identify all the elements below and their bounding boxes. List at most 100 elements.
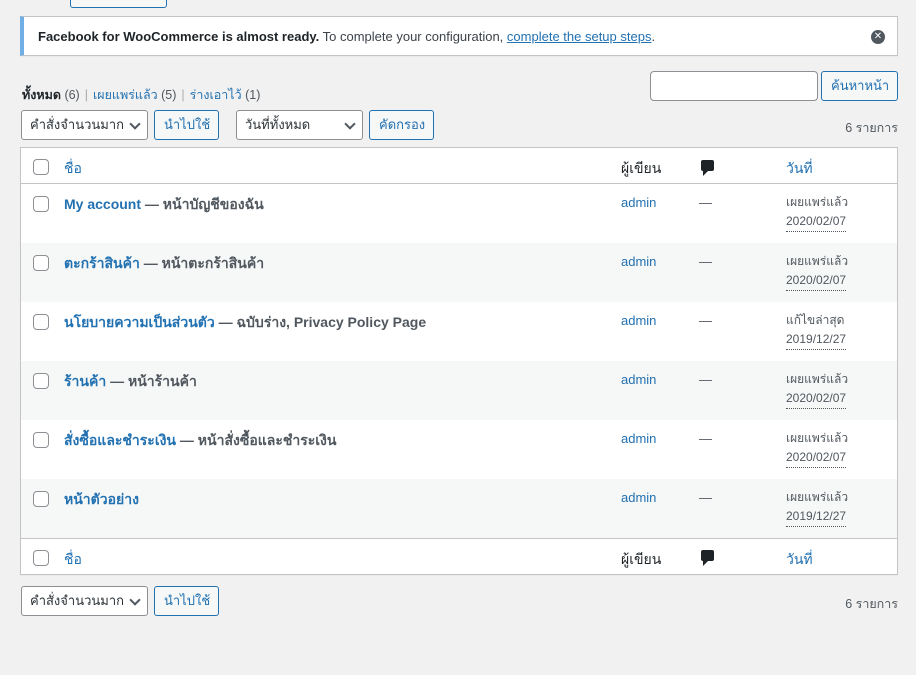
row-comments: — (699, 490, 712, 505)
row-checkbox[interactable] (33, 432, 49, 448)
column-author: ผู้เขียน (621, 160, 662, 176)
row-date-value: 2020/02/07 (786, 389, 847, 409)
row-comments: — (699, 372, 712, 387)
setup-steps-link[interactable]: complete the setup steps (507, 29, 652, 44)
row-date-value: 2020/02/07 (786, 271, 847, 291)
table-row: หน้าตัวอย่าง admin — เผยแพร่แล้ว 2019/12/27 (21, 479, 897, 538)
column-title-sort[interactable]: ชื่อ (64, 549, 82, 571)
notice-bold-text: Facebook for WooCommerce is almost ready… (38, 29, 320, 44)
column-title-sort[interactable]: ชื่อ (64, 158, 82, 180)
search-pages-input[interactable] (650, 71, 818, 101)
row-author-link[interactable]: admin (621, 313, 656, 328)
bulk-action-select[interactable]: คำสั่งจำนวนมาก (21, 110, 148, 140)
facebook-setup-notice: Facebook for WooCommerce is almost ready… (20, 16, 898, 56)
row-date-cell: เผยแพร่แล้ว 2020/02/07 (786, 370, 848, 409)
comment-icon (701, 160, 714, 176)
view-published-count: (5) (161, 88, 177, 102)
row-title-link[interactable]: สั่งซื้อและชำระเงิน (64, 432, 176, 448)
row-checkbox[interactable] (33, 314, 49, 330)
row-post-state: — หน้าบัญชีของฉัน (141, 196, 264, 212)
table-row: สั่งซื้อและชำระเงิน — หน้าสั่งซื้อและชำร… (21, 420, 897, 479)
row-date-status: เผยแพร่แล้ว (786, 254, 849, 268)
search-pages-button[interactable]: ค้นหาหน้า (821, 71, 898, 101)
apply-button-bottom[interactable]: นำไปใช้ (154, 586, 219, 616)
row-checkbox[interactable] (33, 196, 49, 212)
row-date-status: แก้ไขล่าสุด (786, 313, 845, 327)
date-filter-label: วันที่ทั้งหมด (245, 117, 311, 132)
row-post-state: — ฉบับร่าง, Privacy Policy Page (214, 314, 427, 330)
row-post-state: — หน้าตะกร้าสินค้า (139, 255, 265, 271)
row-date-value: 2019/12/27 (786, 507, 847, 527)
bulk-action-label: คำสั่งจำนวนมาก (30, 117, 125, 132)
view-all-count: (6) (64, 88, 80, 102)
pages-table: ชื่อ ผู้เขียน วันที่ My account — หน้าบั… (20, 147, 898, 575)
row-title-cell: นโยบายความเป็นส่วนตัว — ฉบับร่าง, Privac… (64, 312, 426, 334)
items-count: 6 รายการ (845, 121, 898, 135)
row-author-link[interactable]: admin (621, 254, 656, 269)
view-all-link[interactable]: ทั้งหมด (6) (22, 88, 80, 102)
table-row: นโยบายความเป็นส่วนตัว — ฉบับร่าง, Privac… (21, 302, 897, 361)
filter-button[interactable]: คัดกรอง (369, 110, 434, 140)
row-date-cell: เผยแพร่แล้ว 2020/02/07 (786, 193, 848, 232)
row-date-cell: เผยแพร่แล้ว 2020/02/07 (786, 429, 848, 468)
bulk-action-select-bottom[interactable]: คำสั่งจำนวนมาก (21, 586, 148, 616)
select-all-checkbox[interactable] (33, 159, 49, 175)
row-checkbox[interactable] (33, 491, 49, 507)
apply-button[interactable]: นำไปใช้ (154, 110, 219, 140)
chevron-down-icon (344, 118, 356, 130)
view-all-label: ทั้งหมด (22, 88, 61, 102)
row-checkbox[interactable] (33, 255, 49, 271)
row-title-cell: My account — หน้าบัญชีของฉัน (64, 194, 264, 216)
row-checkbox[interactable] (33, 373, 49, 389)
view-published-link[interactable]: เผยแพร่แล้ว (5) (93, 88, 176, 102)
row-date-cell: เผยแพร่แล้ว 2019/12/27 (786, 488, 848, 527)
row-title-link[interactable]: ตะกร้าสินค้า (64, 255, 140, 271)
table-row: ตะกร้าสินค้า — หน้าตะกร้าสินค้า admin — เผย… (21, 243, 897, 302)
select-all-checkbox[interactable] (33, 550, 49, 566)
notice-end: . (651, 29, 656, 44)
row-author-link[interactable]: admin (621, 431, 656, 446)
items-count: 6 รายการ (845, 597, 898, 611)
separator: | (181, 88, 185, 102)
row-post-state: — หน้าสั่งซื้อและชำระเงิน (176, 432, 337, 448)
separator: | (84, 88, 88, 102)
row-post-state: — หน้าร้านค้า (106, 373, 197, 389)
row-date-cell: แก้ไขล่าสุด 2019/12/27 (786, 311, 847, 350)
row-author-link[interactable]: admin (621, 195, 656, 210)
row-comments: — (699, 254, 712, 269)
chevron-down-icon (129, 594, 141, 606)
status-views: ทั้งหมด (6) | เผยแพร่แล้ว (5) | ร่างเอาไว้ (… (22, 85, 260, 105)
row-comments: — (699, 431, 712, 446)
row-author-link[interactable]: admin (621, 372, 656, 387)
row-date-status: เผยแพร่แล้ว (786, 490, 849, 504)
row-title-cell: สั่งซื้อและชำระเงิน — หน้าสั่งซื้อและชำร… (64, 430, 336, 452)
table-row: ร้านค้า — หน้าร้านค้า admin — เผยแพร่แล้ว 20… (21, 361, 897, 420)
row-date-value: 2019/12/27 (786, 330, 847, 350)
date-filter-select[interactable]: วันที่ทั้งหมด (236, 110, 363, 140)
column-date-sort[interactable]: วันที่ (786, 158, 813, 180)
row-title-link[interactable]: หน้าตัวอย่าง (64, 491, 139, 507)
row-date-value: 2020/02/07 (786, 212, 847, 232)
comment-icon (701, 550, 714, 566)
view-draft-label: ร่างเอาไว้ (189, 88, 242, 102)
row-title-link[interactable]: My account (64, 196, 141, 212)
table-header: ชื่อ ผู้เขียน วันที่ (21, 148, 897, 184)
row-title-cell: ร้านค้า — หน้าร้านค้า (64, 371, 197, 393)
view-draft-link[interactable]: ร่างเอาไว้ (1) (190, 88, 261, 102)
row-author-link[interactable]: admin (621, 490, 656, 505)
row-title-link[interactable]: ร้านค้า (64, 373, 106, 389)
view-published-label: เผยแพร่แล้ว (92, 88, 158, 102)
view-draft-count: (1) (245, 88, 261, 102)
row-date-value: 2020/02/07 (786, 448, 847, 468)
row-date-status: เผยแพร่แล้ว (786, 195, 849, 209)
column-date-sort[interactable]: วันที่ (786, 549, 813, 571)
row-date-cell: เผยแพร่แล้ว 2020/02/07 (786, 252, 848, 291)
table-row: My account — หน้าบัญชีของฉัน admin — เผยแพร… (21, 184, 897, 243)
row-title-cell: หน้าตัวอย่าง (64, 489, 139, 511)
dismiss-notice-icon[interactable]: ✕ (871, 30, 885, 44)
row-comments: — (699, 313, 712, 328)
row-title-link[interactable]: นโยบายความเป็นส่วนตัว (64, 314, 215, 330)
bulk-action-label: คำสั่งจำนวนมาก (30, 593, 125, 608)
add-new-button[interactable] (70, 0, 167, 8)
row-date-status: เผยแพร่แล้ว (786, 431, 849, 445)
